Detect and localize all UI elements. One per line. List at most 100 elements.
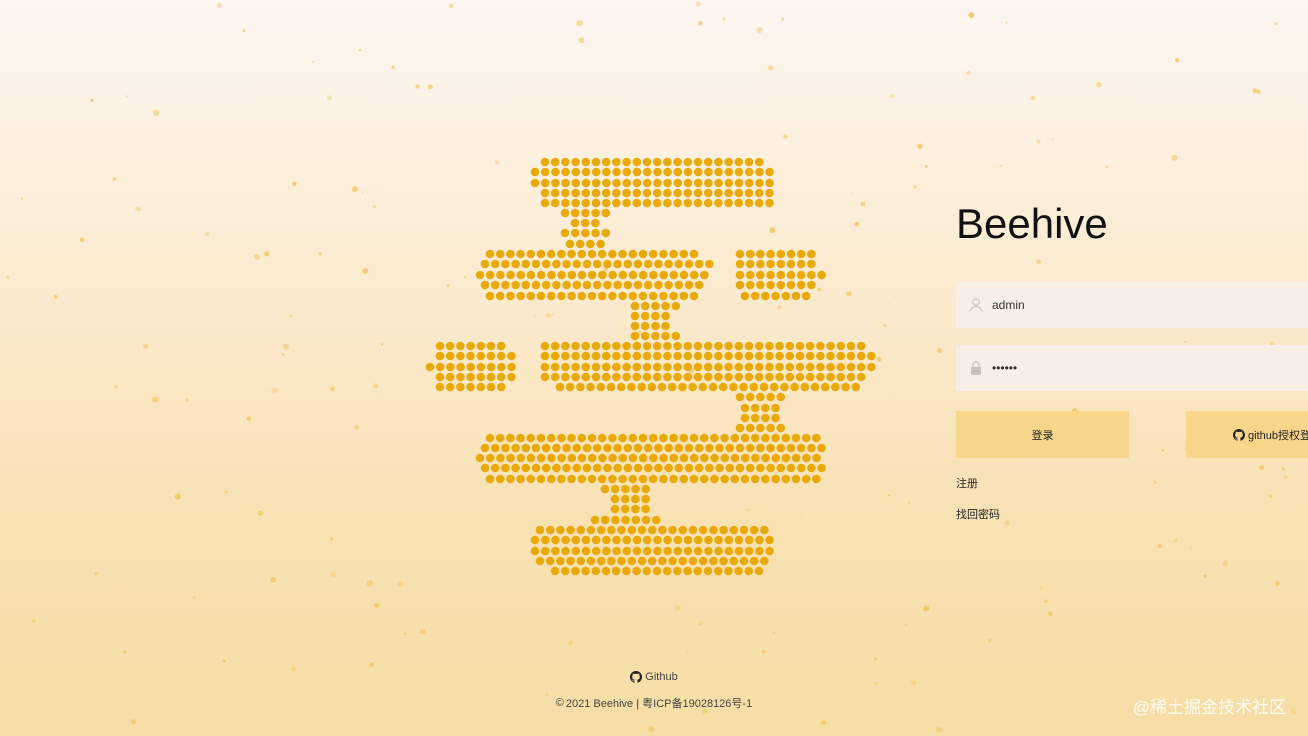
logo-dot: [591, 157, 601, 167]
logo-dot: [610, 504, 620, 514]
logo-dot: [496, 382, 506, 392]
background-speck: [675, 605, 681, 611]
logo-dot: [654, 280, 663, 290]
logo-dot: [683, 372, 693, 382]
logo-dot: [734, 198, 744, 208]
logo-dot: [719, 525, 728, 535]
logo-dot: [540, 535, 550, 545]
logo-dot: [601, 362, 611, 372]
logo-dot: [632, 546, 642, 556]
logo-dot: [667, 382, 677, 392]
logo-dot: [679, 453, 689, 463]
recover-password-link[interactable]: 找回密码: [956, 506, 1000, 522]
logo-dot: [689, 453, 699, 463]
logo-dot: [597, 474, 607, 484]
logo-dot: [601, 351, 611, 361]
logo-dot: [497, 362, 506, 372]
github-login-button[interactable]: github授权登录: [1186, 411, 1308, 458]
logo-dot: [679, 249, 689, 259]
logo-dot: [724, 167, 734, 177]
logo-dot: [581, 167, 591, 177]
logo-dot: [766, 270, 775, 280]
logo-dot: [729, 556, 739, 566]
logo-dot: [425, 362, 435, 372]
logo-dot: [550, 362, 560, 372]
logo-dot: [724, 188, 733, 198]
logo-dot: [756, 423, 765, 433]
logo-dot: [684, 280, 694, 290]
password-field[interactable]: [956, 345, 1308, 391]
footer-github-link[interactable]: Github: [0, 671, 1308, 683]
background-speck: [270, 576, 277, 583]
username-field[interactable]: [956, 282, 1308, 328]
logo-dot: [800, 382, 810, 392]
logo-dot: [567, 453, 577, 463]
logo-dot: [622, 178, 632, 188]
logo-dot: [693, 341, 703, 351]
background-speck: [1004, 520, 1010, 526]
logo-dot: [642, 351, 652, 361]
logo-dot: [602, 535, 611, 545]
logo-dot: [724, 178, 734, 188]
logo-dot: [486, 372, 496, 382]
logo-dot: [750, 403, 760, 413]
logo-dot: [577, 453, 587, 463]
background-speck: [1161, 448, 1164, 452]
background-speck: [289, 314, 293, 318]
logo-dot: [550, 372, 560, 382]
background-speck: [242, 29, 246, 33]
logo-dot: [805, 341, 815, 351]
github-icon: [1233, 428, 1245, 441]
password-input[interactable]: [992, 345, 1292, 391]
login-button[interactable]: 登录: [956, 411, 1129, 458]
background-speck: [354, 424, 360, 430]
logo-dot: [612, 188, 621, 198]
logo-dot: [540, 351, 550, 361]
logo-dot: [495, 474, 505, 484]
logo-dot: [526, 270, 536, 280]
logo-dot: [688, 382, 697, 392]
background-speck: [1256, 89, 1261, 94]
background-speck: [1153, 480, 1158, 484]
logo-dot: [603, 443, 612, 453]
logo-dot: [570, 228, 580, 238]
logo-dot: [596, 525, 606, 535]
logo-dot: [771, 291, 780, 301]
background-speck: [781, 17, 785, 21]
logo-dot: [651, 331, 660, 341]
logo-dot: [466, 351, 475, 361]
logo-dot: [796, 443, 806, 453]
logo-dot: [638, 433, 648, 443]
logo-dot: [466, 362, 476, 372]
logo-dot: [608, 474, 617, 484]
logo-dot: [591, 198, 601, 208]
register-link[interactable]: 注册: [956, 475, 978, 491]
logo-dot: [633, 463, 643, 473]
background-speck: [253, 254, 260, 260]
logo-dot: [540, 167, 550, 177]
logo-dot: [786, 280, 796, 290]
logo-dot: [521, 259, 531, 269]
logo-dot: [456, 341, 465, 351]
logo-dot: [673, 178, 683, 188]
logo-dot: [791, 453, 801, 463]
logo-dot: [740, 433, 750, 443]
logo-dot: [714, 157, 723, 167]
logo-dot: [623, 259, 633, 269]
logo-dot: [576, 382, 585, 392]
logo-dot: [795, 362, 805, 372]
logo-dot: [545, 556, 555, 566]
username-input[interactable]: [992, 282, 1292, 328]
logo-dot: [659, 291, 668, 301]
logo-dot: [601, 157, 611, 167]
background-speck: [988, 638, 992, 643]
logo-dot: [812, 433, 821, 443]
logo-dot: [647, 525, 657, 535]
logo-dot: [612, 372, 621, 382]
logo-dot: [807, 249, 816, 259]
logo-dot: [456, 362, 465, 372]
logo-dot: [485, 270, 495, 280]
background-speck: [318, 251, 322, 256]
logo-dot: [648, 433, 658, 443]
logo-dot: [817, 443, 826, 453]
